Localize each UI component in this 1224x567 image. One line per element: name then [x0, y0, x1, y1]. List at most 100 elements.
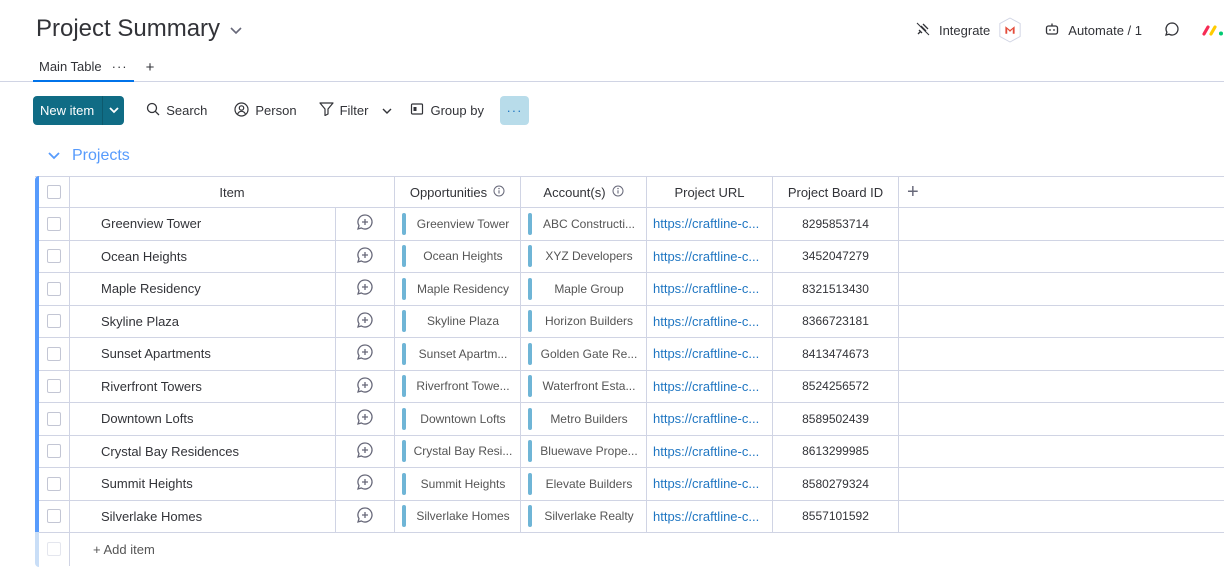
opportunity-cell[interactable]: Ocean Heights — [395, 240, 521, 272]
item-name-cell[interactable]: Sunset Apartments — [70, 338, 336, 370]
add-update-icon[interactable] — [356, 213, 374, 234]
row-checkbox-cell[interactable] — [35, 208, 70, 240]
add-item-input[interactable]: + Add item — [70, 533, 1224, 566]
account-link[interactable]: Elevate Builders — [532, 477, 646, 491]
project-url-cell[interactable]: https://craftline-c... — [647, 208, 773, 240]
project-url-cell[interactable]: https://craftline-c... — [647, 370, 773, 402]
account-link[interactable]: Maple Group — [532, 282, 646, 296]
item-name[interactable]: Silverlake Homes — [101, 509, 202, 524]
updates-cell[interactable] — [336, 435, 395, 467]
item-name[interactable]: Downtown Lofts — [101, 411, 194, 426]
column-header-accounts[interactable]: Account(s) — [521, 177, 647, 207]
table-row[interactable]: Silverlake Homes Silverlake Homes Silver… — [35, 499, 1224, 533]
info-icon[interactable] — [612, 185, 624, 200]
updates-cell[interactable] — [336, 468, 395, 500]
add-update-icon[interactable] — [356, 246, 374, 267]
updates-cell[interactable] — [336, 208, 395, 240]
add-view-button[interactable]: + — [146, 59, 155, 76]
opportunity-cell[interactable]: Maple Residency — [395, 273, 521, 305]
board-id-cell[interactable]: 8413474673 — [773, 338, 899, 370]
opportunity-link[interactable]: Crystal Bay Resi... — [406, 444, 520, 458]
opportunity-cell[interactable]: Downtown Lofts — [395, 403, 521, 435]
row-checkbox-cell[interactable] — [35, 435, 70, 467]
row-checkbox[interactable] — [47, 249, 61, 264]
column-header-project-url[interactable]: Project URL — [647, 177, 773, 207]
account-cell[interactable]: Waterfront Esta... — [521, 370, 647, 402]
project-url-cell[interactable]: https://craftline-c... — [647, 403, 773, 435]
opportunity-link[interactable]: Skyline Plaza — [406, 314, 520, 328]
item-name-cell[interactable]: Downtown Lofts — [70, 403, 336, 435]
updates-cell[interactable] — [336, 403, 395, 435]
tab-more-icon[interactable]: ··· — [112, 59, 128, 74]
account-link[interactable]: Waterfront Esta... — [532, 379, 646, 393]
account-cell[interactable]: Metro Builders — [521, 403, 647, 435]
row-checkbox[interactable] — [47, 411, 61, 426]
item-name[interactable]: Sunset Apartments — [101, 346, 211, 361]
opportunity-link[interactable]: Silverlake Homes — [406, 509, 520, 523]
project-url-cell[interactable]: https://craftline-c... — [647, 240, 773, 272]
opportunity-cell[interactable]: Silverlake Homes — [395, 500, 521, 532]
project-url-cell[interactable]: https://craftline-c... — [647, 273, 773, 305]
account-link[interactable]: XYZ Developers — [532, 249, 646, 263]
account-cell[interactable]: Silverlake Realty — [521, 500, 647, 532]
project-url-link[interactable]: https://craftline-c... — [653, 314, 765, 329]
project-url-link[interactable]: https://craftline-c... — [653, 281, 765, 296]
add-update-icon[interactable] — [356, 408, 374, 429]
item-name[interactable]: Ocean Heights — [101, 249, 187, 264]
account-cell[interactable]: ABC Constructi... — [521, 208, 647, 240]
project-url-link[interactable]: https://craftline-c... — [653, 346, 765, 361]
project-url-cell[interactable]: https://craftline-c... — [647, 338, 773, 370]
add-update-icon[interactable] — [356, 473, 374, 494]
updates-cell[interactable] — [336, 500, 395, 532]
account-cell[interactable]: Horizon Builders — [521, 305, 647, 337]
chevron-down-icon[interactable] — [102, 96, 124, 125]
item-name-cell[interactable]: Maple Residency — [70, 273, 336, 305]
chevron-down-icon[interactable] — [48, 147, 60, 165]
opportunity-cell[interactable]: Skyline Plaza — [395, 305, 521, 337]
column-header-opportunities[interactable]: Opportunities — [395, 177, 521, 207]
opportunity-link[interactable]: Maple Residency — [406, 282, 520, 296]
table-row[interactable]: Maple Residency Maple Residency Maple Gr… — [35, 272, 1224, 306]
opportunity-link[interactable]: Downtown Lofts — [406, 412, 520, 426]
add-update-icon[interactable] — [356, 506, 374, 527]
board-id-cell[interactable]: 8557101592 — [773, 500, 899, 532]
table-row[interactable]: Sunset Apartments Sunset Apartm... Golde… — [35, 337, 1224, 371]
item-name[interactable]: Maple Residency — [101, 281, 201, 296]
new-item-button[interactable]: New item — [33, 96, 125, 125]
board-id-cell[interactable]: 8580279324 — [773, 468, 899, 500]
person-filter-button[interactable]: Person — [234, 101, 297, 120]
row-checkbox-cell[interactable] — [35, 500, 70, 532]
opportunity-link[interactable]: Greenview Tower — [406, 217, 520, 231]
row-checkbox-cell[interactable] — [35, 370, 70, 402]
row-checkbox[interactable] — [47, 444, 61, 459]
row-checkbox[interactable] — [47, 281, 61, 296]
account-cell[interactable]: Bluewave Prope... — [521, 435, 647, 467]
new-item-label[interactable]: New item — [33, 103, 102, 118]
project-url-link[interactable]: https://craftline-c... — [653, 249, 765, 264]
opportunity-link[interactable]: Sunset Apartm... — [406, 347, 520, 361]
table-row[interactable]: Riverfront Towers Riverfront Towe... Wat… — [35, 369, 1224, 403]
project-url-cell[interactable]: https://craftline-c... — [647, 305, 773, 337]
opportunity-cell[interactable]: Sunset Apartm... — [395, 338, 521, 370]
table-row[interactable]: Ocean Heights Ocean Heights XYZ Develope… — [35, 239, 1224, 273]
opportunity-cell[interactable]: Riverfront Towe... — [395, 370, 521, 402]
row-checkbox-cell[interactable] — [35, 240, 70, 272]
updates-cell[interactable] — [336, 370, 395, 402]
board-id-cell[interactable]: 8613299985 — [773, 435, 899, 467]
chevron-down-icon[interactable] — [230, 22, 242, 38]
plus-icon[interactable]: + — [907, 181, 919, 204]
select-all-checkbox[interactable] — [47, 185, 61, 199]
row-checkbox-cell[interactable] — [35, 468, 70, 500]
row-checkbox-cell[interactable] — [35, 273, 70, 305]
project-url-link[interactable]: https://craftline-c... — [653, 379, 765, 394]
board-id-cell[interactable]: 8589502439 — [773, 403, 899, 435]
table-row[interactable]: Crystal Bay Residences Crystal Bay Resi.… — [35, 434, 1224, 468]
add-update-icon[interactable] — [356, 376, 374, 397]
account-cell[interactable]: Elevate Builders — [521, 468, 647, 500]
column-header-board-id[interactable]: Project Board ID — [773, 177, 899, 207]
updates-cell[interactable] — [336, 338, 395, 370]
item-name[interactable]: Summit Heights — [101, 476, 193, 491]
account-cell[interactable]: Golden Gate Re... — [521, 338, 647, 370]
add-update-icon[interactable] — [356, 441, 374, 462]
add-update-icon[interactable] — [356, 311, 374, 332]
